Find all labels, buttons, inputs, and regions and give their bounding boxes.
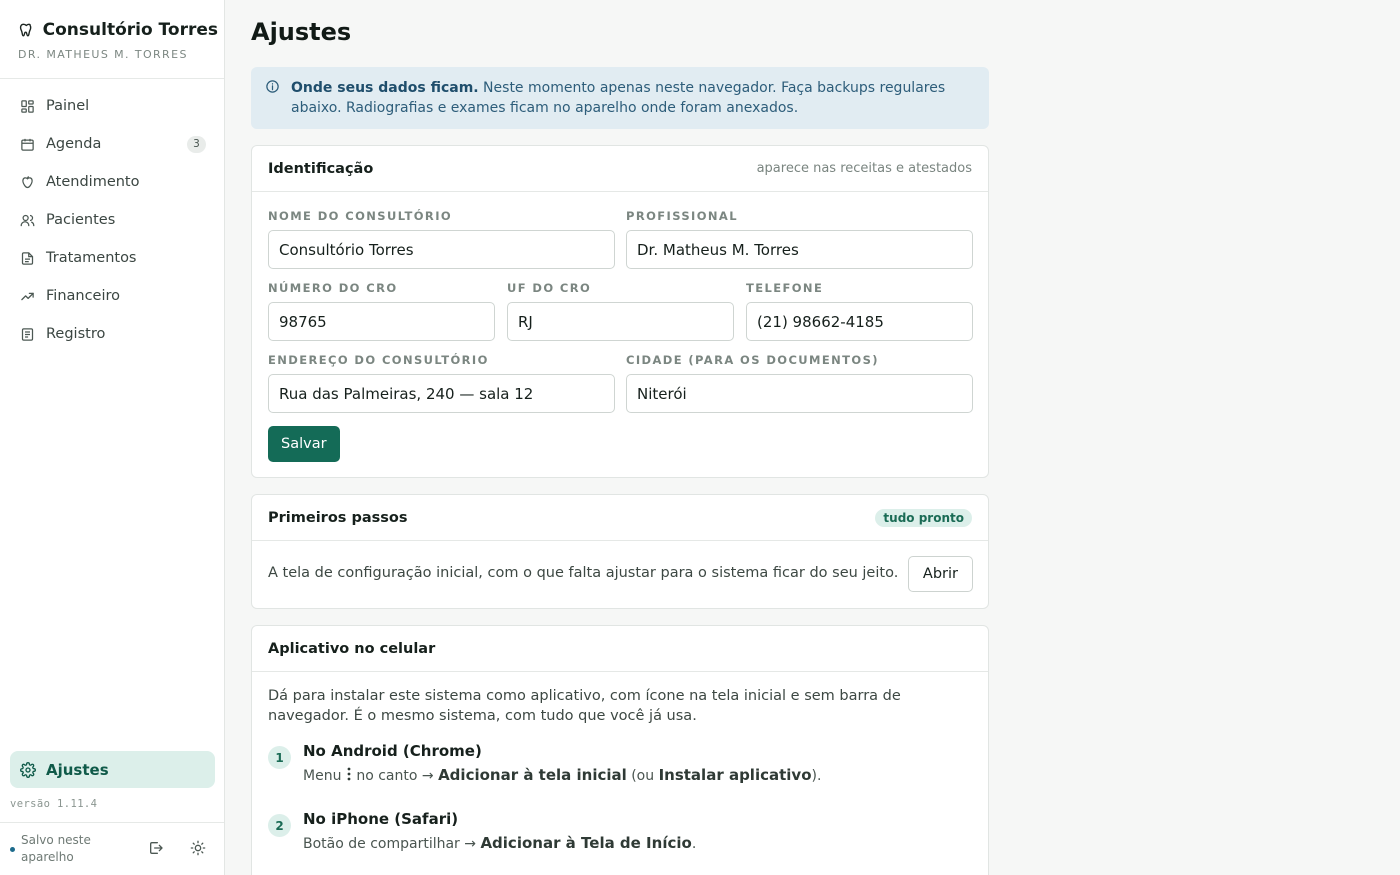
field-label: UF do CRO	[507, 281, 592, 295]
sidebar-item-label: Pacientes	[46, 212, 116, 228]
step-body: Menu no canto → Adicionar à tela inicial…	[303, 766, 821, 784]
field-label: Cidade (para os documentos)	[626, 353, 879, 367]
mobile-app-description: Dá para instalar este sistema como aplic…	[268, 688, 901, 724]
step-body: Botão de compartilhar → Adicionar à Tela…	[303, 834, 696, 852]
gear-icon	[20, 761, 36, 778]
step-emphasis: Adicionar à tela inicial	[438, 766, 627, 784]
trend-up-icon	[21, 292, 34, 300]
step-emphasis: Instalar aplicativo	[658, 766, 812, 784]
first-steps-text: A tela de configuração inicial, com o qu…	[268, 565, 899, 581]
document-icon	[21, 251, 34, 265]
divider	[0, 78, 224, 79]
sidebar-item-label: Agenda	[46, 136, 102, 152]
page-title: Ajustes	[251, 18, 352, 46]
step-text: Botão de compartilhar →	[303, 836, 481, 852]
step-number: 2	[268, 814, 291, 837]
cro-uf-field-group: UF do CRO	[507, 281, 734, 341]
phone-input[interactable]	[746, 302, 973, 341]
card-hint: aparece nas receitas e atestados	[756, 161, 972, 176]
field-label: Telefone	[746, 281, 824, 295]
step-number: 1	[268, 746, 291, 769]
step-text: (ou	[626, 768, 659, 784]
field-label: Nome do consultório	[268, 209, 453, 223]
info-icon	[266, 80, 279, 93]
phone-field-group: Telefone	[746, 281, 973, 341]
brand-title: Consultório Torres	[42, 20, 218, 40]
sidebar-item-agenda[interactable]: Agenda 3	[10, 125, 215, 163]
tooth-icon	[19, 23, 32, 37]
brand-subtitle: DR. MATHEUS M. TORRES	[18, 48, 188, 61]
status-badge: tudo pronto	[875, 508, 972, 527]
step-text: no canto →	[351, 768, 439, 784]
professional-field-group: Profissional	[626, 209, 973, 269]
sidebar-item-pacientes[interactable]: Pacientes	[10, 201, 215, 239]
save-button[interactable]: Salvar	[268, 426, 340, 462]
agenda-count-badge: 3	[187, 135, 206, 153]
step-emphasis: Adicionar à Tela de Início	[480, 834, 692, 852]
calendar-icon	[21, 138, 34, 151]
sidebar-item-label: Registro	[46, 326, 106, 342]
city-input[interactable]	[626, 374, 973, 413]
cro-number-field-group: Número do CRO	[268, 281, 495, 341]
status-dot	[10, 847, 15, 852]
sidebar-item-atendimento[interactable]: Atendimento	[10, 163, 215, 201]
step-android: 1 No Android (Chrome) Menu no canto → Ad…	[268, 742, 821, 784]
clinic-name-field-group: Nome do consultório	[268, 209, 615, 269]
sidebar-nav: Painel Agenda 3 Atendimento Pacientes Tr…	[10, 87, 215, 353]
mobile-app-card: Aplicativo no celular Dá para instalar e…	[251, 625, 989, 875]
sidebar-item-ajustes[interactable]: Ajustes	[10, 751, 215, 788]
grid-icon	[21, 99, 34, 113]
tooth-icon	[22, 175, 33, 188]
open-button[interactable]: Abrir	[907, 556, 973, 592]
cro-number-input[interactable]	[268, 302, 495, 341]
card-title: Primeiros passos	[268, 509, 408, 526]
sidebar-item-financeiro[interactable]: Financeiro	[10, 277, 215, 315]
card-title: Identificação	[268, 160, 374, 177]
app-version: versão 1.11.4	[10, 798, 98, 810]
professional-input[interactable]	[626, 230, 973, 269]
identification-card: Identificação aparece nas receitas e ate…	[251, 145, 989, 478]
logout-icon[interactable]	[148, 840, 164, 856]
address-input[interactable]	[268, 374, 615, 413]
list-icon	[21, 327, 34, 341]
address-field-group: Endereço do consultório	[268, 353, 615, 413]
sidebar-item-tratamentos[interactable]: Tratamentos	[10, 239, 215, 277]
step-iphone: 2 No iPhone (Safari) Botão de compartilh…	[268, 810, 696, 852]
storage-info-banner: Onde seus dados ficam. Neste momento ape…	[251, 67, 989, 129]
divider	[0, 822, 224, 823]
step-text: ).	[811, 768, 822, 784]
step-text: .	[691, 836, 697, 852]
sidebar-item-label: Ajustes	[46, 760, 109, 779]
sidebar-item-label: Painel	[46, 98, 90, 114]
step-title: No Android (Chrome)	[303, 742, 482, 760]
step-title: No iPhone (Safari)	[303, 810, 459, 828]
clinic-name-input[interactable]	[268, 230, 615, 269]
cro-uf-input[interactable]	[507, 302, 734, 341]
sidebar: Consultório Torres DR. MATHEUS M. TORRES…	[0, 0, 225, 875]
info-title: Onde seus dados ficam.	[291, 80, 479, 96]
field-label: Número do CRO	[268, 281, 398, 295]
sidebar-item-label: Financeiro	[46, 288, 121, 304]
brand: Consultório Torres DR. MATHEUS M. TORRES	[18, 20, 218, 61]
city-field-group: Cidade (para os documentos)	[626, 353, 973, 413]
save-status-text: Salvo neste aparelho	[21, 833, 91, 864]
card-title: Aplicativo no celular	[268, 640, 436, 657]
sidebar-item-label: Atendimento	[46, 174, 140, 190]
field-label: Profissional	[626, 209, 738, 223]
sidebar-item-painel[interactable]: Painel	[10, 87, 215, 125]
sidebar-item-registro[interactable]: Registro	[10, 315, 215, 353]
sun-icon[interactable]	[190, 840, 206, 856]
field-label: Endereço do consultório	[268, 353, 489, 367]
save-status: Salvo neste aparelho	[10, 832, 101, 866]
first-steps-card: Primeiros passos tudo pronto A tela de c…	[251, 494, 989, 609]
step-text: Menu	[303, 768, 346, 784]
users-icon	[20, 214, 35, 226]
sidebar-item-label: Tratamentos	[46, 250, 137, 266]
